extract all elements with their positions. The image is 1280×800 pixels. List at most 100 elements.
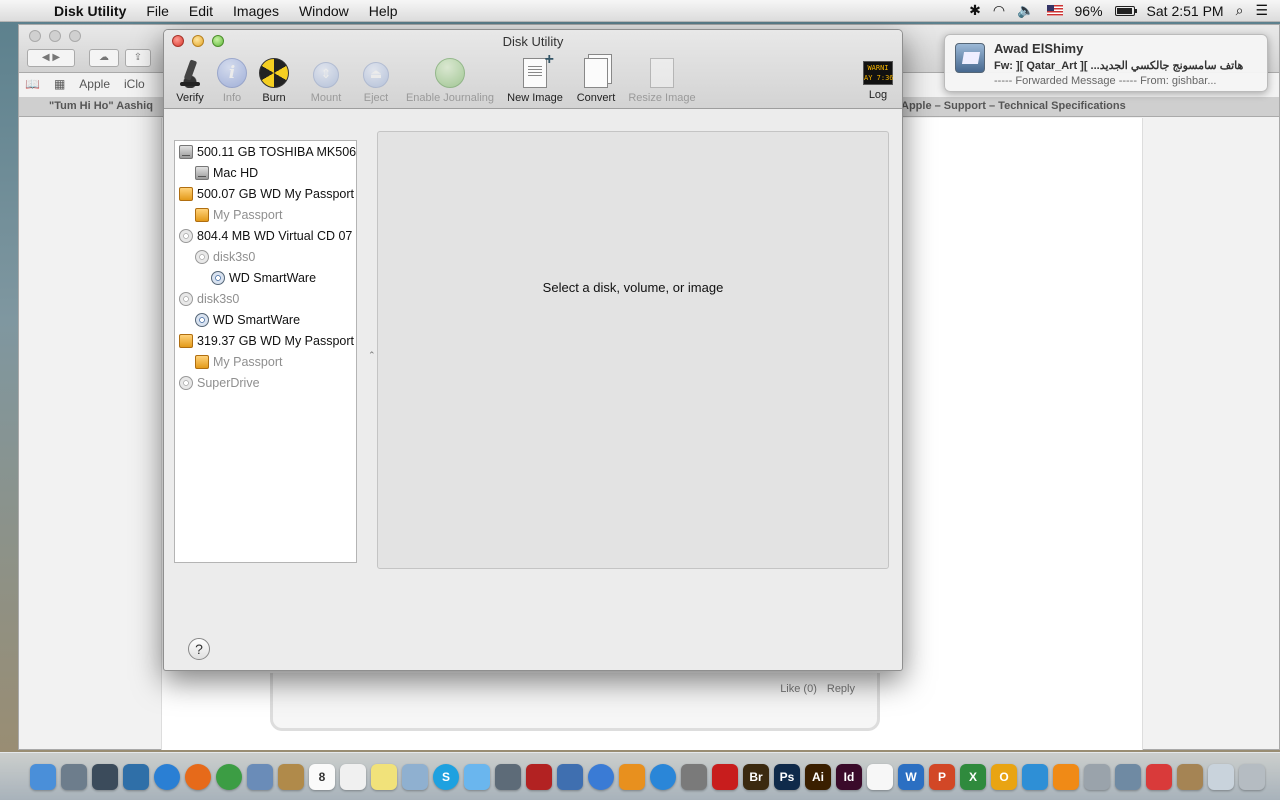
- lync-icon[interactable]: [1022, 763, 1048, 790]
- menu-help[interactable]: Help: [359, 3, 408, 19]
- info-label: Info: [222, 92, 242, 104]
- verify-button[interactable]: Verify: [172, 58, 208, 104]
- finder-icon[interactable]: [30, 763, 56, 790]
- downloads-icon[interactable]: [1208, 763, 1234, 790]
- reply-link[interactable]: Reply: [827, 683, 855, 695]
- battery-percent[interactable]: 96%: [1075, 3, 1103, 19]
- bridge-icon[interactable]: Br: [743, 763, 769, 790]
- safari-zoom-button[interactable]: [69, 30, 81, 42]
- log-button[interactable]: WARNI AY 7:36 Log: [860, 58, 896, 101]
- skype-icon[interactable]: S: [433, 763, 459, 790]
- safari-close-button[interactable]: [29, 30, 41, 42]
- firefox-icon[interactable]: [185, 763, 211, 790]
- flag-icon[interactable]: [1046, 5, 1063, 16]
- disk-list[interactable]: 500.11 GB TOSHIBA MK506 Mac HD 500.07 GB W…: [174, 140, 357, 563]
- trash-icon[interactable]: [1239, 763, 1265, 790]
- disk-list-item[interactable]: disk3s0: [175, 288, 356, 309]
- battery-icon[interactable]: [1114, 5, 1137, 16]
- tab-apple-support[interactable]: Apple – Support – Technical Specificatio…: [901, 100, 1126, 112]
- iphoto-icon[interactable]: [1115, 763, 1141, 790]
- launchpad-icon[interactable]: [61, 763, 87, 790]
- empty-selection-message: Select a disk, volume, or image: [542, 280, 724, 295]
- app-store-icon[interactable]: [650, 763, 676, 790]
- utility-icon[interactable]: [557, 763, 583, 790]
- disk-list-item[interactable]: 500.11 GB TOSHIBA MK506: [175, 141, 356, 162]
- mount-button[interactable]: Mount: [306, 58, 346, 104]
- menu-window[interactable]: Window: [289, 3, 359, 19]
- disk-list-item[interactable]: My Passport: [175, 204, 356, 225]
- excel-icon[interactable]: X: [960, 763, 986, 790]
- disk-list-item[interactable]: My Passport: [175, 351, 356, 372]
- word-icon[interactable]: W: [898, 763, 924, 790]
- indesign-icon[interactable]: Id: [836, 763, 862, 790]
- preview-icon[interactable]: [402, 763, 428, 790]
- messages-icon[interactable]: [464, 763, 490, 790]
- disk-list-item[interactable]: WD SmartWare: [175, 309, 356, 330]
- acrobat-icon[interactable]: [712, 763, 738, 790]
- help-button[interactable]: ?: [188, 638, 210, 660]
- safari-minimize-button[interactable]: [49, 30, 61, 42]
- menu-file[interactable]: File: [136, 3, 179, 19]
- eject-button[interactable]: Eject: [358, 58, 394, 104]
- disk-utility-icon[interactable]: [1084, 763, 1110, 790]
- reading-list-icon[interactable]: 📖: [25, 77, 40, 91]
- notification-center-icon[interactable]: ☰: [1255, 2, 1268, 19]
- facetime-icon[interactable]: [495, 763, 521, 790]
- volume-icon[interactable]: 🔈: [1017, 2, 1034, 19]
- new-image-button[interactable]: New Image: [504, 51, 566, 104]
- photo-booth-icon[interactable]: [526, 763, 552, 790]
- disk-list-item[interactable]: WD SmartWare: [175, 267, 356, 288]
- ibooks-icon[interactable]: [619, 763, 645, 790]
- disk-list-item[interactable]: Mac HD: [175, 162, 356, 183]
- menu-app-name[interactable]: Disk Utility: [40, 3, 136, 19]
- convert-button[interactable]: Convert: [572, 58, 620, 104]
- bookmark-icloud[interactable]: iClo: [124, 77, 145, 91]
- dashboard-icon[interactable]: [123, 763, 149, 790]
- disk-list-item[interactable]: disk3s0: [175, 246, 356, 267]
- menu-edit[interactable]: Edit: [179, 3, 223, 19]
- icloud-tabs-icon[interactable]: ☁: [89, 49, 119, 67]
- outlook-icon[interactable]: O: [991, 763, 1017, 790]
- contacts-icon[interactable]: [278, 763, 304, 790]
- info-button[interactable]: i Info: [216, 58, 248, 104]
- mount-label: Mount: [310, 92, 342, 104]
- calendar-icon[interactable]: 8: [309, 763, 335, 790]
- document-folder-icon[interactable]: [1177, 763, 1203, 790]
- safari-icon[interactable]: [154, 763, 180, 790]
- burn-button[interactable]: Burn: [256, 58, 292, 104]
- disk-list-item[interactable]: 319.37 GB WD My Passport: [175, 330, 356, 351]
- powerpoint-icon[interactable]: P: [929, 763, 955, 790]
- reminders-icon[interactable]: [340, 763, 366, 790]
- disk-list-item[interactable]: 804.4 MB WD Virtual CD 07: [175, 225, 356, 246]
- resize-image-button[interactable]: Resize Image: [626, 58, 698, 104]
- chrome-icon[interactable]: [216, 763, 242, 790]
- splitter-handle[interactable]: ⌃: [368, 350, 376, 361]
- vlc-icon[interactable]: [1053, 763, 1079, 790]
- illustrator-icon[interactable]: Ai: [805, 763, 831, 790]
- textedit-icon[interactable]: [867, 763, 893, 790]
- mission-control-icon[interactable]: [92, 763, 118, 790]
- system-preferences-icon[interactable]: [681, 763, 707, 790]
- top-sites-icon[interactable]: ▦: [54, 77, 65, 91]
- status-area: ✱ ◠ 🔈 96% Sat 2:51 PM ⌕ ☰: [969, 2, 1280, 19]
- enable-journaling-button[interactable]: Enable Journaling: [402, 58, 498, 104]
- disk-list-item[interactable]: SuperDrive: [175, 372, 356, 393]
- flashcard-icon[interactable]: [1146, 763, 1172, 790]
- enable-journaling-label: Enable Journaling: [405, 92, 495, 104]
- share-icon[interactable]: ⇪: [125, 49, 151, 67]
- bookmark-apple[interactable]: Apple: [79, 77, 110, 91]
- menu-images[interactable]: Images: [223, 3, 289, 19]
- stickies-icon[interactable]: [371, 763, 397, 790]
- bluetooth-icon[interactable]: ✱: [969, 2, 981, 19]
- disk-list-item[interactable]: 500.07 GB WD My Passport: [175, 183, 356, 204]
- menu-clock[interactable]: Sat 2:51 PM: [1147, 3, 1224, 19]
- photoshop-icon[interactable]: Ps: [774, 763, 800, 790]
- tab-tum-hi-ho[interactable]: "Tum Hi Ho" Aashiq: [49, 100, 153, 112]
- like-link[interactable]: Like (0): [780, 683, 817, 695]
- wifi-icon[interactable]: ◠: [993, 2, 1005, 19]
- spotlight-icon[interactable]: ⌕: [1236, 2, 1244, 19]
- mail-icon[interactable]: [247, 763, 273, 790]
- back-forward-buttons[interactable]: ◀ ▶: [27, 49, 75, 67]
- mail-notification[interactable]: Awad ElShimy Fw: ][ Qatar_Art ][ ...هاتف…: [944, 34, 1268, 92]
- itunes-icon[interactable]: [588, 763, 614, 790]
